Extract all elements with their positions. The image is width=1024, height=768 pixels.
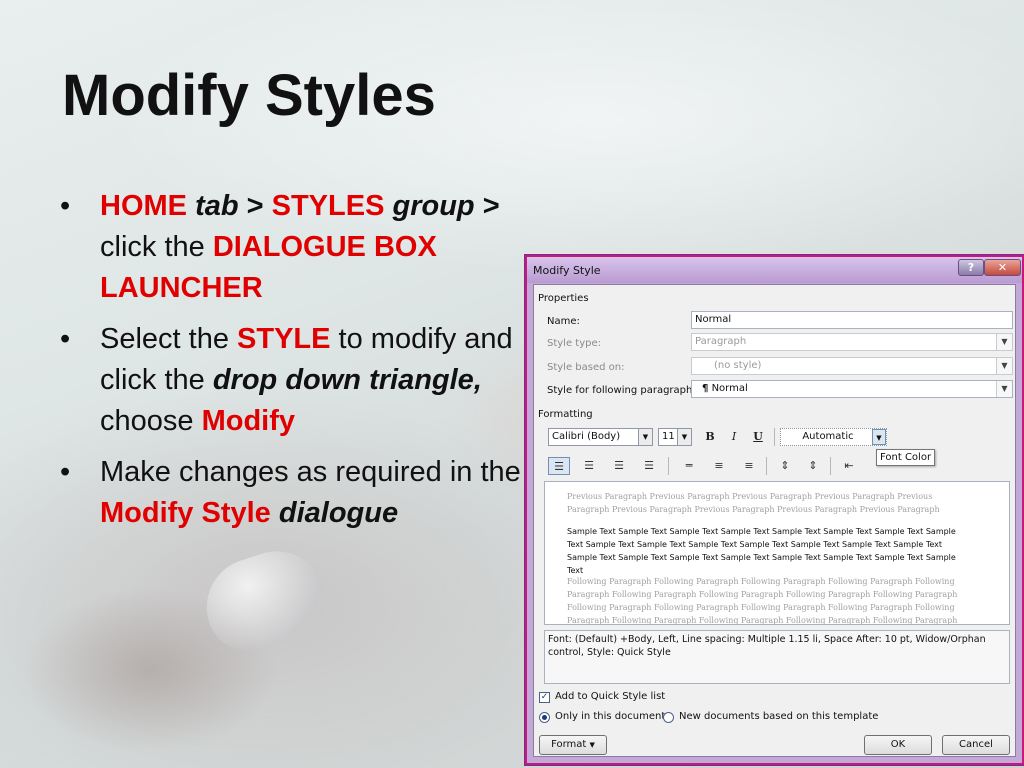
italic-button[interactable]: I <box>724 428 744 446</box>
toolbar-divider <box>668 457 669 475</box>
dropdown-arrow-icon: ▼ <box>996 358 1012 374</box>
preview-sample-text: Sample Text Sample Text Sample Text Samp… <box>567 527 956 575</box>
dropdown-arrow-icon: ▼ <box>996 381 1012 397</box>
bullet-text-part: STYLE <box>237 323 331 355</box>
only-this-document-label: Only in this document <box>555 711 666 722</box>
style-based-on-label: Style based on: <box>547 362 625 373</box>
style-based-on-value: (no style) <box>714 360 762 371</box>
bullet-item: • Make changes as required in the Modify … <box>60 452 530 534</box>
bullet-text-part: tab <box>195 190 239 222</box>
modify-style-dialog: Modify Style ? ✕ Properties Name: Normal… <box>525 255 1024 765</box>
format-button-label: Format <box>551 739 587 750</box>
font-color-tooltip: Font Color <box>876 449 936 466</box>
close-icon: ✕ <box>997 261 1008 274</box>
bullet-text-part: Modify <box>201 405 296 437</box>
dialog-title: Modify Style <box>533 264 601 277</box>
bullet-text-part: drop down triangle, <box>212 364 482 396</box>
bullet-text-part <box>271 497 279 529</box>
dialog-body: Properties Name: Normal Style type: Para… <box>533 284 1016 757</box>
cancel-button[interactable]: Cancel <box>942 735 1010 755</box>
help-button[interactable]: ? <box>958 259 984 276</box>
new-documents-radio[interactable] <box>663 712 674 723</box>
bullet-icon: • <box>60 323 71 355</box>
dropdown-arrow-icon: ▼ <box>872 429 886 445</box>
only-this-document-radio[interactable] <box>539 712 550 723</box>
align-center-icon[interactable]: ☰ <box>578 457 600 475</box>
bullet-text-part: Modify Style <box>100 497 271 529</box>
pilcrow-icon: ¶ <box>702 383 709 394</box>
checkbox-icon: ✓ <box>540 692 549 702</box>
style-based-on-select[interactable]: (no style) ▼ <box>691 357 1013 375</box>
decrease-indent-icon[interactable]: ⇤ <box>838 457 860 475</box>
font-size-value: 11 <box>662 431 675 442</box>
add-quick-style-label: Add to Quick Style list <box>555 691 666 702</box>
font-color-select[interactable]: Automatic ▼ <box>780 428 887 446</box>
font-color-value: Automatic <box>802 431 854 442</box>
bullet-icon: • <box>60 456 71 488</box>
single-spacing-icon[interactable]: ═ <box>678 457 700 475</box>
toolbar-divider <box>774 428 775 446</box>
following-paragraph-label: Style for following paragraph: <box>547 385 696 396</box>
font-value: Calibri (Body) <box>552 431 621 442</box>
bold-button[interactable]: B <box>700 428 720 446</box>
bullet-list: • HOME tab > STYLES group > click the DIA… <box>60 186 530 544</box>
bullet-text-part: choose <box>100 405 202 437</box>
bullet-item: • Select the STYLE to modify and click th… <box>60 319 530 442</box>
style-preview-pane: Previous Paragraph Previous Paragraph Pr… <box>544 481 1010 625</box>
font-size-select[interactable]: 11 ▼ <box>658 428 692 446</box>
name-label: Name: <box>547 316 580 327</box>
preview-previous-paragraph: Previous Paragraph Previous Paragraph Pr… <box>567 492 940 514</box>
close-button[interactable]: ✕ <box>984 259 1021 276</box>
following-paragraph-value: Normal <box>711 383 748 394</box>
add-quick-style-checkbox[interactable]: ✓ <box>539 692 550 703</box>
bullet-text-part <box>187 190 195 222</box>
bullet-text-part: HOME <box>100 190 187 222</box>
name-field[interactable]: Normal <box>691 311 1013 329</box>
style-type-select[interactable]: Paragraph ▼ <box>691 333 1013 351</box>
dialog-titlebar: Modify Style <box>527 257 1022 283</box>
align-left-icon[interactable]: ☰ <box>548 457 570 475</box>
bullet-text-part: Select the <box>100 323 238 355</box>
toolbar-divider <box>766 457 767 475</box>
bullet-text-part: group <box>392 190 475 222</box>
dropdown-arrow-icon: ▼ <box>677 429 691 445</box>
slide-title: Modify Styles <box>62 63 436 128</box>
format-button[interactable]: Format ▼ <box>539 735 607 755</box>
style-type-value: Paragraph <box>695 336 747 347</box>
ok-button[interactable]: OK <box>864 735 932 755</box>
font-select[interactable]: Calibri (Body) ▼ <box>548 428 653 446</box>
properties-label: Properties <box>538 293 589 304</box>
bullet-text-part: Make changes as required in the <box>100 456 521 488</box>
bullet-text-part: STYLES <box>271 190 385 222</box>
formatting-label: Formatting <box>538 409 593 420</box>
bullet-text-part: > <box>474 190 500 222</box>
bullet-icon: • <box>60 190 71 222</box>
preview-following-paragraph: Following Paragraph Following Paragraph … <box>567 577 958 625</box>
new-documents-label: New documents based on this template <box>679 711 879 722</box>
toolbar-divider <box>830 457 831 475</box>
align-right-icon[interactable]: ☰ <box>608 457 630 475</box>
chevron-down-icon: ▼ <box>589 741 595 749</box>
style-type-label: Style type: <box>547 338 602 349</box>
dropdown-arrow-icon: ▼ <box>996 334 1012 350</box>
following-paragraph-select[interactable]: ¶ Normal ▼ <box>691 380 1013 398</box>
style-description: Font: (Default) +Body, Left, Line spacin… <box>544 630 1010 684</box>
bullet-item: • HOME tab > STYLES group > click the DIA… <box>60 186 530 309</box>
decrease-spacing-icon[interactable]: ⇕ <box>802 457 824 475</box>
dropdown-arrow-icon: ▼ <box>638 429 652 445</box>
bullet-text-part: > <box>238 190 272 222</box>
bullet-text-part: dialogue <box>278 497 399 529</box>
justify-icon[interactable]: ☰ <box>638 457 660 475</box>
increase-spacing-icon[interactable]: ⇕ <box>774 457 796 475</box>
double-spacing-icon[interactable]: ≡ <box>738 457 760 475</box>
help-icon: ? <box>967 261 975 274</box>
one-half-spacing-icon[interactable]: ≡ <box>708 457 730 475</box>
bullet-text-part: click the <box>100 231 213 263</box>
bullet-text-part <box>384 190 392 222</box>
underline-button[interactable]: U <box>748 428 768 446</box>
